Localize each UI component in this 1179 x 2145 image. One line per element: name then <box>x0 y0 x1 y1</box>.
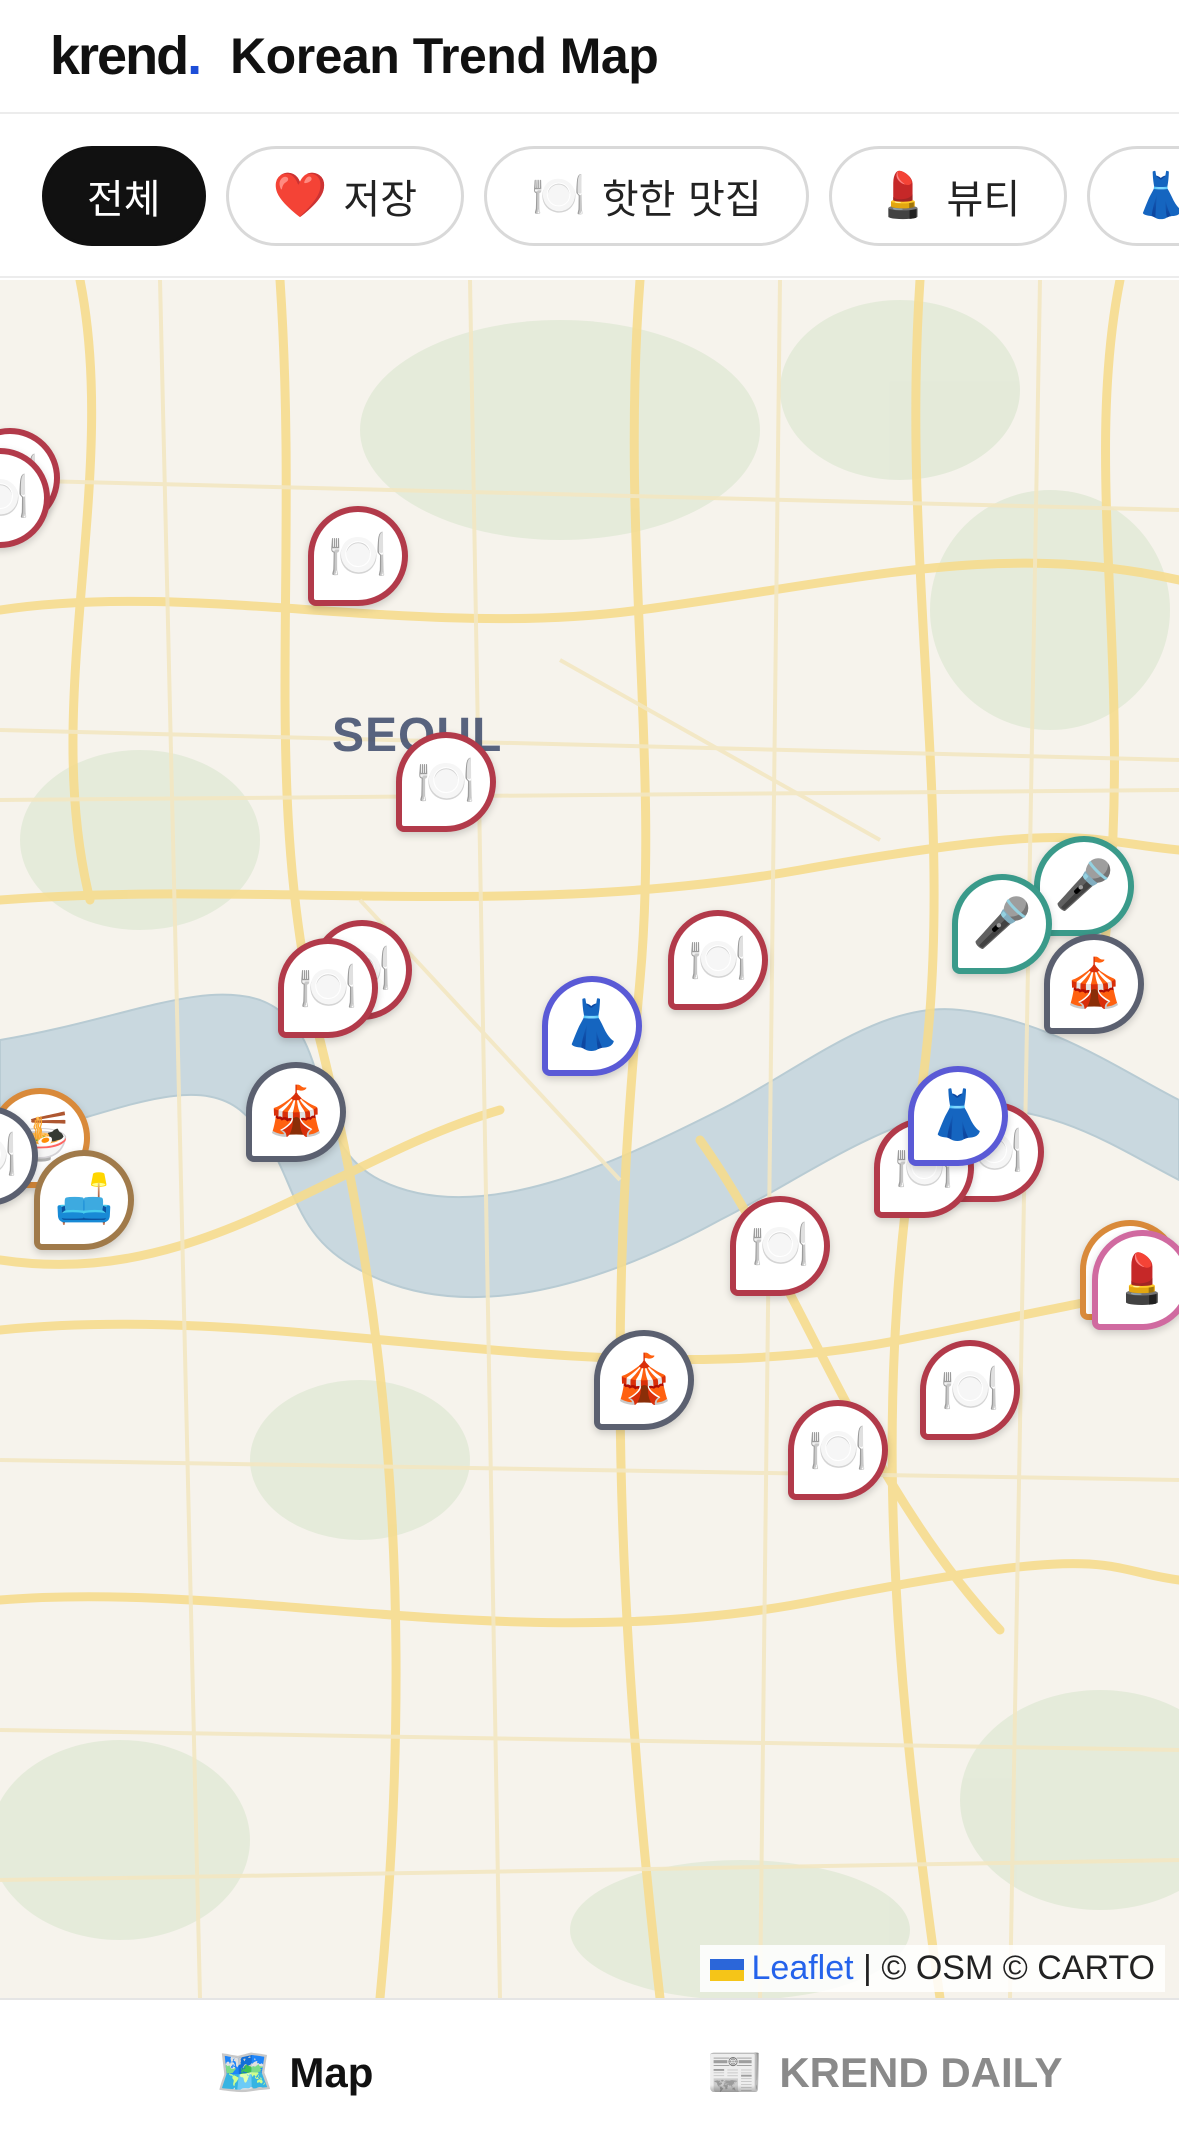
dress-icon: 👗 <box>562 999 622 1052</box>
circus-tent-icon: 🎪 <box>1064 957 1124 1010</box>
chip-fashion[interactable]: 👗 패션 <box>1087 146 1179 246</box>
tab-krend-daily[interactable]: 📰 KREND DAILY <box>590 2000 1179 2145</box>
fashion-marker[interactable]: 👗 <box>908 1066 1008 1166</box>
beauty-marker[interactable]: 💄 <box>1092 1230 1179 1330</box>
plate-icon: 🍽️ <box>416 755 476 808</box>
dress-icon: 👗 <box>1134 174 1179 218</box>
restaurant-marker[interactable]: 🍽️ <box>788 1400 888 1500</box>
home-decor-marker[interactable]: 🛋️ <box>34 1150 134 1250</box>
newspaper-icon: 📰 <box>706 2046 764 2098</box>
chip-all[interactable]: 전체 <box>42 146 206 246</box>
festival-marker[interactable]: 🎪 <box>594 1330 694 1430</box>
ukraine-flag-icon <box>709 1959 744 1982</box>
circus-tent-icon: 🎪 <box>266 1085 326 1138</box>
chip-saved[interactable]: ❤️ 저장 <box>225 146 465 246</box>
plate-icon: 🍽️ <box>940 1363 1000 1416</box>
microphone-icon: 🎤 <box>972 897 1032 950</box>
fashion-marker[interactable]: 👗 <box>542 976 642 1076</box>
chip-label: 핫한 맛집 <box>601 177 762 223</box>
plate-icon: 🍽️ <box>298 961 358 1014</box>
microphone-icon: 🎤 <box>1054 859 1114 912</box>
festival-marker[interactable]: 🎪 <box>1044 934 1144 1034</box>
chip-label: 뷰티 <box>946 177 1021 223</box>
couch-icon: 🛋️ <box>54 1173 114 1226</box>
brand-logo[interactable]: krend <box>50 25 189 87</box>
restaurant-marker[interactable]: 🍽️ <box>308 506 408 606</box>
category-filter-bar: 전체 ❤️ 저장 🍽️ 핫한 맛집 💄 뷰티 👗 패션 <box>0 116 1179 278</box>
plate-icon: 🍽️ <box>531 170 586 221</box>
tab-map[interactable]: 🗺️ Map <box>0 2000 590 2145</box>
brand-logo-dot: . <box>187 26 203 86</box>
plate-icon: 🍽️ <box>750 1219 810 1272</box>
restaurant-marker[interactable]: 🍽️ <box>278 938 378 1038</box>
restaurant-marker[interactable]: 🍽️ <box>920 1340 1020 1440</box>
dress-icon: 👗 <box>928 1089 988 1142</box>
tab-label: KREND DAILY <box>779 2048 1063 2096</box>
restaurant-marker[interactable]: 🍽️ <box>730 1196 830 1296</box>
restaurant-marker[interactable]: 🍽️ <box>668 910 768 1010</box>
chip-label: 저장 <box>343 177 418 223</box>
page-title: Korean Trend Map <box>230 28 659 84</box>
chip-beauty[interactable]: 💄 뷰티 <box>828 146 1068 246</box>
plate-icon: 🍽️ <box>328 529 388 582</box>
tab-label: Map <box>289 2048 374 2096</box>
attribution-text: | © OSM © CARTO <box>863 1949 1155 1987</box>
chip-hot-restaurants[interactable]: 🍽️ 핫한 맛집 <box>484 146 809 246</box>
lipstick-icon: 💄 <box>875 170 931 221</box>
festival-marker[interactable]: 🎪 <box>246 1062 346 1162</box>
circus-tent-icon: 🎪 <box>614 1353 674 1406</box>
chip-label: 전체 <box>87 177 161 223</box>
app-header: krend. Korean Trend Map <box>0 0 1179 114</box>
restaurant-marker[interactable]: 🍽️ <box>396 732 496 832</box>
plate-icon: 🍽️ <box>0 474 30 522</box>
map-attribution: Leaflet | © OSM © CARTO <box>699 1945 1165 1992</box>
plate-icon: 🍽️ <box>808 1423 868 1476</box>
plate-icon: 🍽️ <box>0 1132 18 1180</box>
leaflet-link[interactable]: Leaflet <box>752 1949 854 1987</box>
lipstick-icon: 💄 <box>1112 1253 1172 1306</box>
map-view[interactable]: SEOUL 🍽️ 🍽️ 🍽️ 🍽️ 🍽️ 🍽️ 🍽️ 🍽️ 🍽️ 🍽️ 🍽️ 🍽… <box>0 280 1179 1998</box>
plate-icon: 🍽️ <box>688 933 748 986</box>
concert-marker[interactable]: 🎤 <box>952 874 1052 974</box>
bottom-navigation: 🗺️ Map 📰 KREND DAILY <box>0 1998 1179 2145</box>
world-map-icon: 🗺️ <box>216 2046 274 2098</box>
heart-icon: ❤️ <box>272 170 328 221</box>
